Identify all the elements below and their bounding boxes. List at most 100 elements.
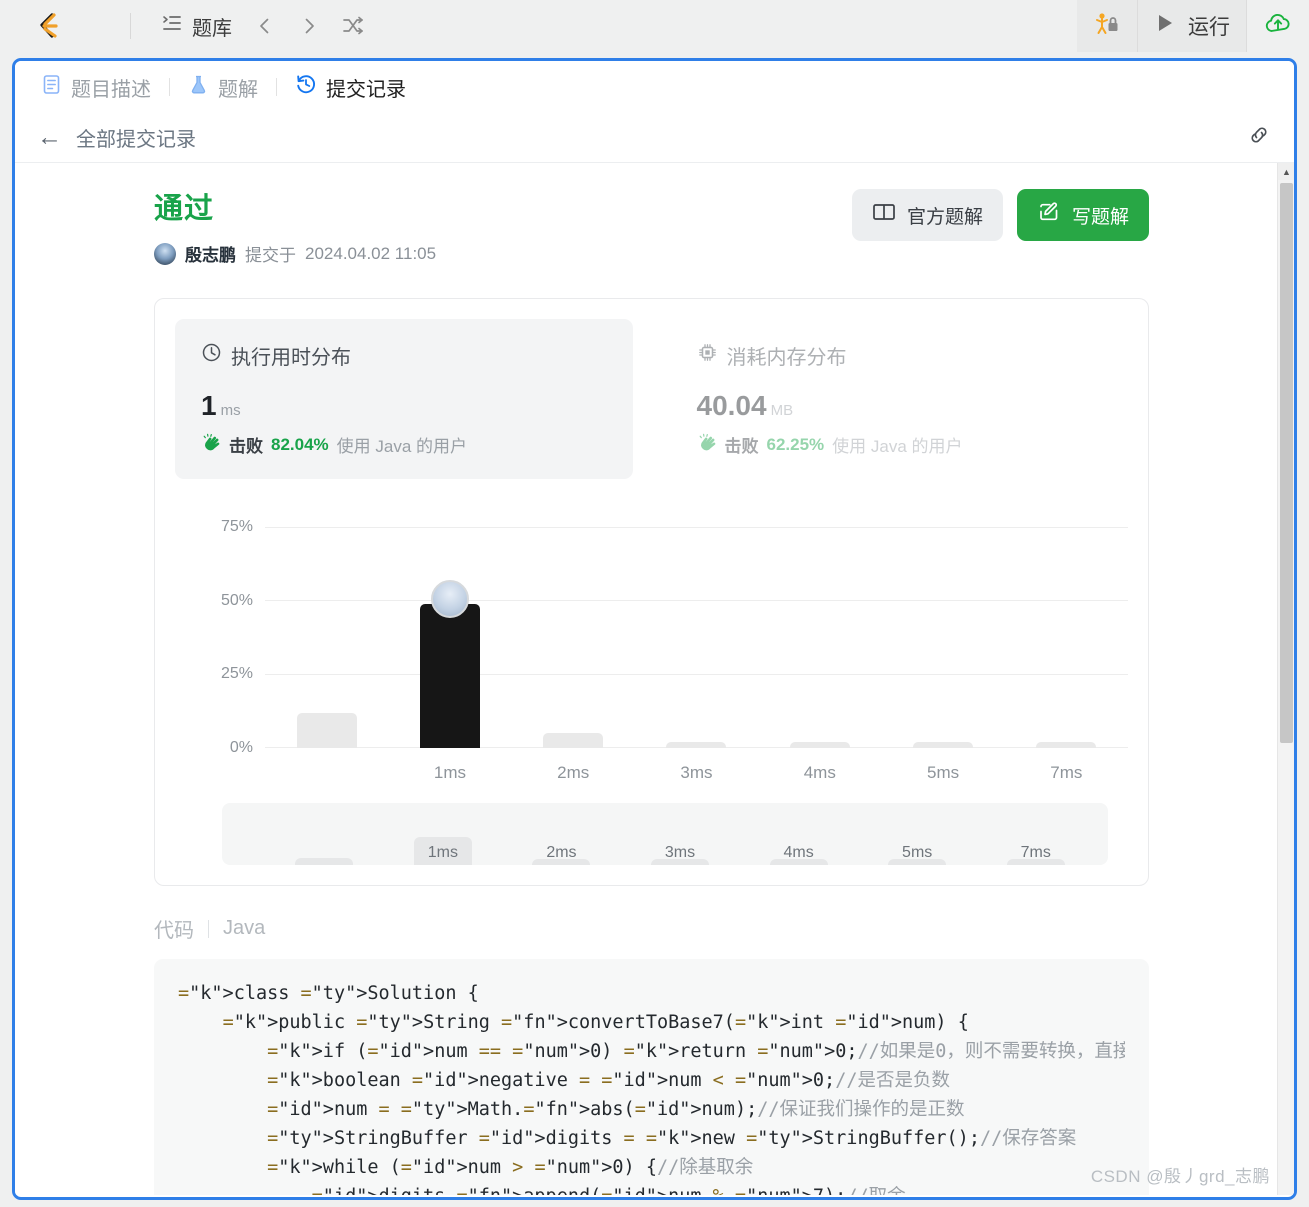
write-solution-button[interactable]: 写题解 <box>1017 189 1149 241</box>
runtime-beat-suffix: 使用 Java 的用户 <box>337 432 467 457</box>
chart-bars <box>265 513 1128 748</box>
runtime-stat-panel[interactable]: 执行用时分布 1 ms 击败 82.04% 使用 Java 的用户 <box>175 319 633 479</box>
shuffle-problem-button[interactable] <box>334 9 372 43</box>
minimap-label: 4ms <box>783 844 813 862</box>
chart-bar-slot[interactable] <box>758 513 881 748</box>
description-icon <box>41 74 62 101</box>
code-header-separator <box>208 920 209 938</box>
book-icon <box>872 201 896 229</box>
minimap-bars: 1ms 2ms 3ms 4ms 5ms 7ms <box>265 803 1095 865</box>
chart-plot-area: 0% 25% 50% 75% <box>265 513 1128 748</box>
chart-bar[interactable] <box>913 742 973 748</box>
submitter-name[interactable]: 殷志鹏 <box>185 241 236 266</box>
submission-content: 通过 殷志鹏 提交于 2024.04.02 11:05 官方题解 写题解 执行用… <box>15 163 1294 1195</box>
chart-bar[interactable] <box>420 604 480 748</box>
debug-button[interactable] <box>1077 0 1138 52</box>
code-header: 代码 Java <box>154 914 1294 943</box>
back-to-all-submissions[interactable]: ← 全部提交记录 <box>37 123 196 152</box>
chart-bar[interactable] <box>297 713 357 748</box>
memory-unit: MB <box>771 402 794 419</box>
memory-value: 40.04 <box>697 390 767 421</box>
nav-group: 题库 <box>153 7 372 46</box>
scrollbar-thumb[interactable] <box>1280 183 1293 743</box>
chart-range-minimap[interactable]: 1ms 2ms 3ms 4ms 5ms 7ms <box>222 803 1108 865</box>
chart-x-tick: 1ms <box>388 763 511 783</box>
minimap-slot[interactable]: 3ms <box>621 803 740 865</box>
runtime-stat-title: 执行用时分布 <box>231 341 351 370</box>
chart-bar[interactable] <box>790 742 850 748</box>
chart-y-tick: 0% <box>230 739 253 757</box>
tab-submissions-label: 提交记录 <box>326 73 406 102</box>
chart-x-tick <box>265 763 388 783</box>
runtime-stat-title-row: 执行用时分布 <box>201 341 607 370</box>
tab-bar: 题目描述 题解 提交记录 <box>15 61 1294 113</box>
minimap-slot[interactable]: 7ms <box>976 803 1095 865</box>
write-solution-label: 写题解 <box>1072 202 1129 229</box>
chart-bar-slot[interactable] <box>881 513 1004 748</box>
cloud-upload-icon <box>1263 11 1293 42</box>
submitted-prefix: 提交于 <box>245 241 296 266</box>
chart-bar-slot[interactable] <box>265 513 388 748</box>
problem-list-button[interactable]: 题库 <box>153 7 240 46</box>
leetcode-logo-icon[interactable] <box>31 9 65 43</box>
copy-link-button[interactable] <box>1246 122 1272 153</box>
next-problem-button[interactable] <box>290 9 328 43</box>
toolbar-divider <box>130 13 131 39</box>
tab-solutions[interactable]: 题解 <box>184 71 262 104</box>
chip-icon <box>697 342 718 369</box>
official-solution-button[interactable]: 官方题解 <box>852 189 1003 241</box>
chart-bar-slot[interactable] <box>388 513 511 748</box>
chart-x-axis-labels: 1ms 2ms 3ms 4ms 5ms 7ms <box>265 763 1128 783</box>
tab-separator <box>169 78 170 96</box>
tab-description[interactable]: 题目描述 <box>37 71 155 104</box>
result-actions: 官方题解 写题解 <box>852 189 1149 241</box>
list-icon <box>161 12 183 40</box>
memory-beat-row: 击败 62.25% 使用 Java 的用户 <box>697 432 1103 457</box>
prev-problem-button[interactable] <box>246 9 284 43</box>
memory-stat-panel[interactable]: 消耗内存分布 40.04 MB 击败 62.25% 使用 Java 的用户 <box>671 319 1129 479</box>
runtime-value: 1 <box>201 390 217 421</box>
chart-bar-slot[interactable] <box>1005 513 1128 748</box>
submitter-row: 殷志鹏 提交于 2024.04.02 11:05 <box>154 241 436 266</box>
toolbar-right-group: 运行 <box>1077 0 1309 52</box>
chart-x-tick: 3ms <box>635 763 758 783</box>
minimap-label: 1ms <box>428 844 458 862</box>
arrow-left-icon: ← <box>37 125 62 150</box>
verdict-status: 通过 <box>154 185 436 227</box>
run-label: 运行 <box>1188 11 1230 41</box>
code-block[interactable]: ="k">class ="ty">Solution { ="k">public … <box>154 959 1149 1195</box>
user-avatar-marker[interactable] <box>431 580 469 618</box>
runtime-distribution-chart: 0% 25% 50% 75% 1ms 2ms 3ms 4ms 5ms 7ms <box>175 503 1128 793</box>
minimap-slot[interactable]: 5ms <box>858 803 977 865</box>
chart-x-tick: 4ms <box>758 763 881 783</box>
chart-y-tick: 50% <box>221 592 253 610</box>
chart-bar[interactable] <box>1036 742 1096 748</box>
memory-value-row: 40.04 MB <box>697 390 1103 422</box>
back-label: 全部提交记录 <box>76 123 196 152</box>
debug-lock-icon <box>1093 11 1121 42</box>
content-scrollbar[interactable]: ▲ <box>1277 163 1294 1195</box>
watermark: CSDN @殷丿grd_志鹏 <box>1091 1162 1270 1187</box>
submission-panel: 题目描述 题解 提交记录 ← 全部提交记录 通过 殷志鹏 提交于 2024.04… <box>12 58 1297 1200</box>
chart-bar[interactable] <box>666 742 726 748</box>
logo-container[interactable] <box>0 9 96 43</box>
minimap-slot[interactable] <box>265 803 384 865</box>
chart-bar-slot[interactable] <box>512 513 635 748</box>
chart-bar-slot[interactable] <box>635 513 758 748</box>
minimap-slot[interactable]: 2ms <box>502 803 621 865</box>
run-button[interactable]: 运行 <box>1138 0 1247 52</box>
code-header-label: 代码 <box>154 914 194 943</box>
minimap-slot[interactable]: 4ms <box>739 803 858 865</box>
memory-beat-label: 击败 <box>725 432 759 457</box>
submit-button[interactable] <box>1247 0 1309 52</box>
minimap-label: 2ms <box>546 844 576 862</box>
avatar[interactable] <box>154 243 176 265</box>
history-icon <box>295 73 317 101</box>
minimap-slot[interactable]: 1ms <box>384 803 503 865</box>
play-icon <box>1154 12 1176 40</box>
scroll-up-arrow[interactable]: ▲ <box>1278 163 1294 180</box>
minimap-label: 5ms <box>902 844 932 862</box>
tab-submissions[interactable]: 提交记录 <box>291 71 410 104</box>
runtime-beat-label: 击败 <box>229 432 263 457</box>
chart-bar[interactable] <box>543 733 603 748</box>
